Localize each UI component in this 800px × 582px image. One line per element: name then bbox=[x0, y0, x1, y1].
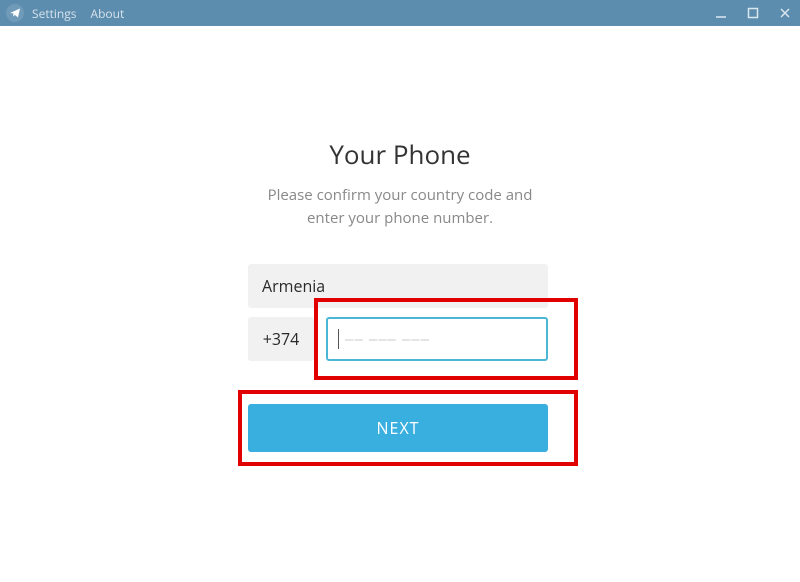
login-page: Your Phone Please confirm your country c… bbox=[0, 26, 800, 582]
subtitle-line-1: Please confirm your country code and bbox=[268, 185, 533, 205]
menu-settings[interactable]: Settings bbox=[32, 5, 77, 22]
next-button-label: NEXT bbox=[377, 417, 420, 439]
maximize-button[interactable] bbox=[744, 4, 762, 22]
menu-about[interactable]: About bbox=[91, 5, 125, 22]
phone-number-input[interactable]: –– ––– ––– bbox=[326, 317, 548, 361]
titlebar: Settings About bbox=[0, 0, 800, 26]
dial-code-value: +374 bbox=[263, 328, 300, 350]
minimize-button[interactable] bbox=[712, 4, 730, 22]
subtitle-line-2: enter your phone number. bbox=[307, 208, 493, 228]
page-subtitle: Please confirm your country code and ent… bbox=[0, 184, 800, 231]
page-title: Your Phone bbox=[0, 136, 800, 172]
phone-placeholder: –– ––– ––– bbox=[345, 331, 430, 348]
window-controls bbox=[712, 0, 794, 26]
country-select[interactable]: Armenia bbox=[248, 264, 548, 308]
next-button[interactable]: NEXT bbox=[248, 404, 548, 452]
text-caret bbox=[338, 329, 339, 349]
country-value: Armenia bbox=[262, 275, 325, 297]
dial-code-field[interactable]: +374 bbox=[248, 317, 314, 361]
telegram-icon bbox=[6, 4, 24, 22]
close-button[interactable] bbox=[776, 4, 794, 22]
